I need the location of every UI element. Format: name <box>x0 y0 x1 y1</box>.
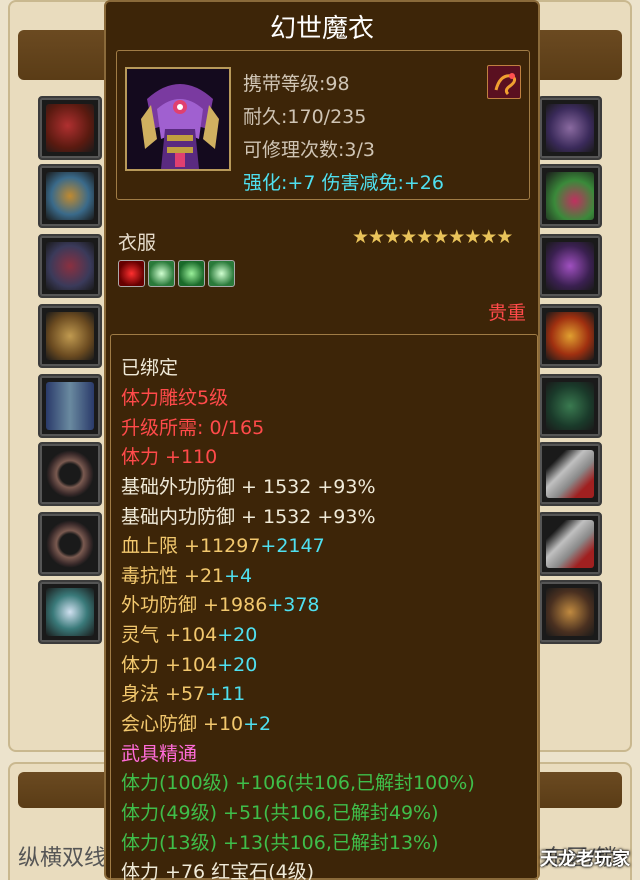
necklace-icon[interactable] <box>538 164 602 228</box>
emblem-icon[interactable] <box>538 580 602 644</box>
enhance-level: 强化:+7 伤害减免:+26 <box>243 172 444 194</box>
red-gem-icon <box>118 260 145 287</box>
amulet-icon[interactable] <box>538 374 602 438</box>
upgrade-progress: 升级所需: 0/165 <box>121 417 265 439</box>
stat-base-internal-defense: 基础内功防御 + 1532 +93% <box>121 506 376 528</box>
stat-external-defense: 外功防御 +1986+378 <box>121 594 320 616</box>
stats-box: 已绑定 体力雕纹5级 升级所需: 0/165 体力 +110 基础外功防御 + … <box>110 334 538 880</box>
gauntlet-icon[interactable] <box>38 234 102 298</box>
green-gem-icon <box>178 260 205 287</box>
boots-icon[interactable] <box>38 374 102 438</box>
stat-spirit: 灵气 +104+20 <box>121 624 258 646</box>
secondary-text-left: 纵横双线 <box>18 846 107 871</box>
durability: 耐久:170/235 <box>243 106 367 128</box>
wrist-guard-icon[interactable] <box>38 164 102 228</box>
bound-status: 已绑定 <box>121 357 179 379</box>
seal-vitality-49: 体力(49级) +51(共106,已解封49%) <box>121 802 439 824</box>
gem-bonus-line: 体力 +76 红宝石(4级) <box>121 861 315 880</box>
watermark: 天龙老玩家 <box>540 849 630 870</box>
stat-base-external-defense: 基础外功防御 + 1532 +93% <box>121 476 376 498</box>
stat-vitality: 体力 +104+20 <box>121 654 258 676</box>
level-requirement: 携带等级:98 <box>243 73 350 95</box>
weapon-mastery: 武具精通 <box>121 743 198 765</box>
stat-max-hp: 血上限 +11297+2147 <box>121 535 325 557</box>
star-rating: ★★★★★★★★★★ <box>352 226 513 248</box>
armor-icon[interactable] <box>538 234 602 298</box>
stat-poison-resist: 毒抗性 +21+4 <box>121 565 253 587</box>
seal-vitality-100: 体力(100级) +106(共106,已解封100%) <box>121 772 475 794</box>
ring-icon[interactable] <box>38 442 102 506</box>
bound-badge-icon <box>487 65 521 99</box>
seal-vitality-13: 体力(13级) +13(共106,已解封13%) <box>121 832 439 854</box>
rarity-label: 贵重 <box>487 302 526 324</box>
shoulder-icon[interactable] <box>538 96 602 160</box>
ring-icon[interactable] <box>38 512 102 576</box>
carve-level: 体力雕纹5级 <box>121 387 229 409</box>
green-gem-icon <box>208 260 235 287</box>
jade-pendant-icon[interactable] <box>538 512 602 576</box>
repair-count: 可修理次数:3/3 <box>243 139 375 161</box>
jade-pendant-icon[interactable] <box>538 442 602 506</box>
stat-agility: 身法 +57+11 <box>121 683 246 705</box>
stat-vitality-carve: 体力 +110 <box>121 446 218 468</box>
hidden-weapon-icon[interactable] <box>38 580 102 644</box>
item-type: 衣服 <box>118 232 157 254</box>
talisman-icon[interactable] <box>538 304 602 368</box>
item-name: 幻世魔衣 <box>269 14 374 44</box>
item-info-box: 携带等级:98 耐久:170/235 可修理次数:3/3 强化:+7 伤害减免:… <box>116 50 530 200</box>
bracer-icon[interactable] <box>38 96 102 160</box>
item-tooltip: 幻世魔衣 携带等级:98 耐久:170/235 可修理次数:3/3 强化:+7 … <box>104 0 540 880</box>
stat-crit-defense: 会心防御 +10+2 <box>121 713 272 735</box>
item-portrait-icon <box>125 67 231 171</box>
belt-icon[interactable] <box>38 304 102 368</box>
green-gem-icon <box>148 260 175 287</box>
